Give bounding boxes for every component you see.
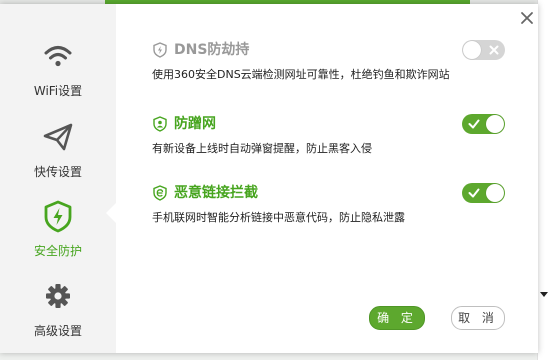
dns-hijack-toggle[interactable] [462, 40, 505, 60]
setting-title: 防蹭网 [174, 116, 216, 132]
lightning-shield-icon [153, 42, 167, 58]
sidebar-item-label: 高级设置 [33, 324, 82, 338]
x-icon [489, 45, 499, 55]
malicious-link-toggle[interactable] [462, 183, 505, 203]
wifi-icon [44, 46, 72, 67]
setting-description: 手机联网时智能分析链接中恶意代码，防止隐私泄露 [152, 211, 405, 224]
toggle-knob [486, 184, 504, 202]
sidebar: WiFi设置 快传设置 安全防护 高级设置 [0, 4, 116, 353]
cancel-button[interactable]: 取 消 [451, 306, 505, 330]
caret-down-icon [540, 292, 548, 297]
sidebar-item-advanced[interactable]: 高级设置 [0, 264, 116, 344]
check-icon [468, 119, 480, 129]
close-icon[interactable] [519, 10, 535, 26]
link-shield-icon [153, 185, 167, 201]
toggle-knob [486, 115, 504, 133]
setting-title: DNS防劫持 [174, 42, 250, 58]
sidebar-item-security[interactable]: 安全防护 [0, 184, 116, 264]
sidebar-item-transfer[interactable]: 快传设置 [0, 105, 116, 185]
setting-description: 使用360安全DNS云端检测网址可靠性，杜绝钓鱼和欺诈网站 [152, 68, 450, 81]
shield-lightning-icon [44, 200, 72, 233]
active-item-pointer [106, 203, 116, 223]
ok-button[interactable]: 确 定 [369, 306, 425, 330]
sidebar-item-label: 快传设置 [33, 165, 82, 179]
setting-title: 恶意链接拦截 [174, 185, 258, 201]
sidebar-item-label: WiFi设置 [33, 84, 83, 98]
anti-leech-toggle[interactable] [462, 114, 505, 134]
sidebar-item-wifi[interactable]: WiFi设置 [0, 24, 116, 104]
setting-description: 有新设备上线时自动弹窗提醒，防止黑客入侵 [152, 142, 372, 155]
background-app-edge [537, 0, 550, 360]
check-icon [468, 188, 480, 198]
toggle-knob [463, 41, 481, 59]
user-shield-icon [153, 116, 167, 132]
paper-plane-icon [43, 123, 73, 151]
settings-dialog: WiFi设置 快传设置 安全防护 高级设置 DNS防劫持 使用360安全DNS云… [0, 4, 538, 353]
sidebar-item-label: 安全防护 [33, 244, 82, 258]
gear-icon [46, 284, 70, 308]
